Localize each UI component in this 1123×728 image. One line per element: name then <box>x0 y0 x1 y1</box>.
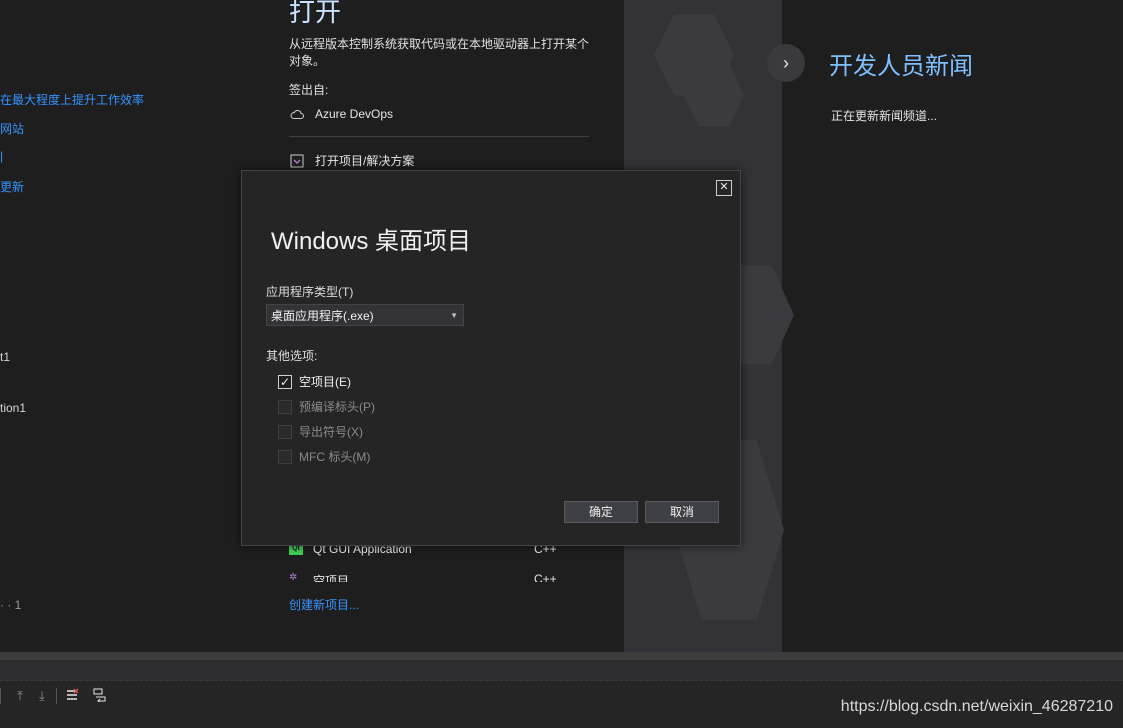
move-up-icon[interactable]: ⤒ <box>12 688 28 704</box>
template-item-empty[interactable]: ✲ 空项目 C++ <box>289 572 564 582</box>
tool-window-header <box>0 660 1123 681</box>
close-button[interactable]: ✕ <box>716 180 732 196</box>
dropdown-arrow-icon: ▼ <box>450 311 458 320</box>
checkout-label: 签出自: <box>289 83 329 97</box>
open-solution-icon <box>289 154 305 168</box>
left-link-website[interactable]: 网站 <box>0 120 24 137</box>
watermark: https://blog.csdn.net/weixin_46287210 <box>840 698 1113 715</box>
create-new-project-link[interactable]: 创建新项目... <box>289 596 359 613</box>
checkbox-disabled[interactable] <box>278 399 292 414</box>
open-section-description: 从远程版本控制系统获取代码或在本地驱动器上打开某个对象。 <box>289 37 590 68</box>
option-mfc-headers[interactable]: MFC 标头(M) <box>278 448 370 465</box>
dialog-title: Windows 桌面项目 <box>271 228 472 255</box>
ok-button[interactable]: 确定 <box>564 501 638 523</box>
open-project-label: 打开项目/解决方案 <box>315 154 415 168</box>
recent-item-3[interactable]: · · 1 <box>0 598 21 612</box>
news-expand-button[interactable]: › <box>767 44 805 82</box>
checkbox-checked[interactable]: ✓ <box>278 374 292 389</box>
app-type-label: 应用程序类型(T) <box>266 285 354 299</box>
option-empty-project[interactable]: ✓ 空项目(E) <box>278 373 351 390</box>
news-status: 正在更新新闻频道... <box>831 109 938 123</box>
scrollbar-track[interactable] <box>0 652 1123 660</box>
news-title: 开发人员新闻 <box>829 53 973 80</box>
option-label: MFC 标头(M) <box>299 450 371 464</box>
windows-desktop-project-dialog: ✕ Windows 桌面项目 应用程序类型(T) 桌面应用程序(.exe) ▼ … <box>241 170 741 546</box>
cloud-icon <box>289 109 305 119</box>
app-type-select[interactable]: 桌面应用程序(.exe) ▼ <box>266 304 464 326</box>
cancel-button[interactable]: 取消 <box>645 501 719 523</box>
close-icon: ✕ <box>719 181 729 193</box>
option-label: 导出符号(X) <box>299 425 363 439</box>
checkbox-disabled[interactable] <box>278 424 292 439</box>
option-export-symbols[interactable]: 导出符号(X) <box>278 423 363 440</box>
cpp-project-icon: ✲ <box>289 572 298 582</box>
move-down-icon[interactable]: ⤓ <box>34 688 50 704</box>
other-options-label: 其他选项: <box>266 349 318 363</box>
section-divider <box>289 136 589 137</box>
open-project-item[interactable]: 打开项目/解决方案 <box>289 152 414 169</box>
open-section-title: 打开 <box>289 0 342 27</box>
option-precompiled-header[interactable]: 预编译标头(P) <box>278 398 375 415</box>
app-type-value: 桌面应用程序(.exe) <box>271 309 374 323</box>
option-label: 空项目(E) <box>299 375 351 389</box>
toolbar-separator <box>56 688 61 704</box>
checkbox-disabled[interactable] <box>278 449 292 464</box>
recent-item-2[interactable]: tion1 <box>0 401 26 415</box>
left-link-bar[interactable]: | <box>0 149 3 163</box>
azure-devops-label: Azure DevOps <box>315 107 394 121</box>
template-name: 空项目 <box>313 574 350 582</box>
word-wrap-icon[interactable] <box>93 688 109 704</box>
left-link-productivity[interactable]: 在最大程度上提升工作效率 <box>0 91 144 108</box>
template-language: C++ <box>534 572 557 582</box>
toolbar-separator <box>0 688 5 704</box>
clear-all-icon[interactable] <box>64 688 80 704</box>
recent-item-1[interactable]: t1 <box>0 350 10 364</box>
chevron-right-icon: › <box>783 52 789 73</box>
azure-devops-item[interactable]: Azure DevOps <box>289 107 393 121</box>
left-link-update[interactable]: 更新 <box>0 178 24 195</box>
option-label: 预编译标头(P) <box>299 400 375 414</box>
